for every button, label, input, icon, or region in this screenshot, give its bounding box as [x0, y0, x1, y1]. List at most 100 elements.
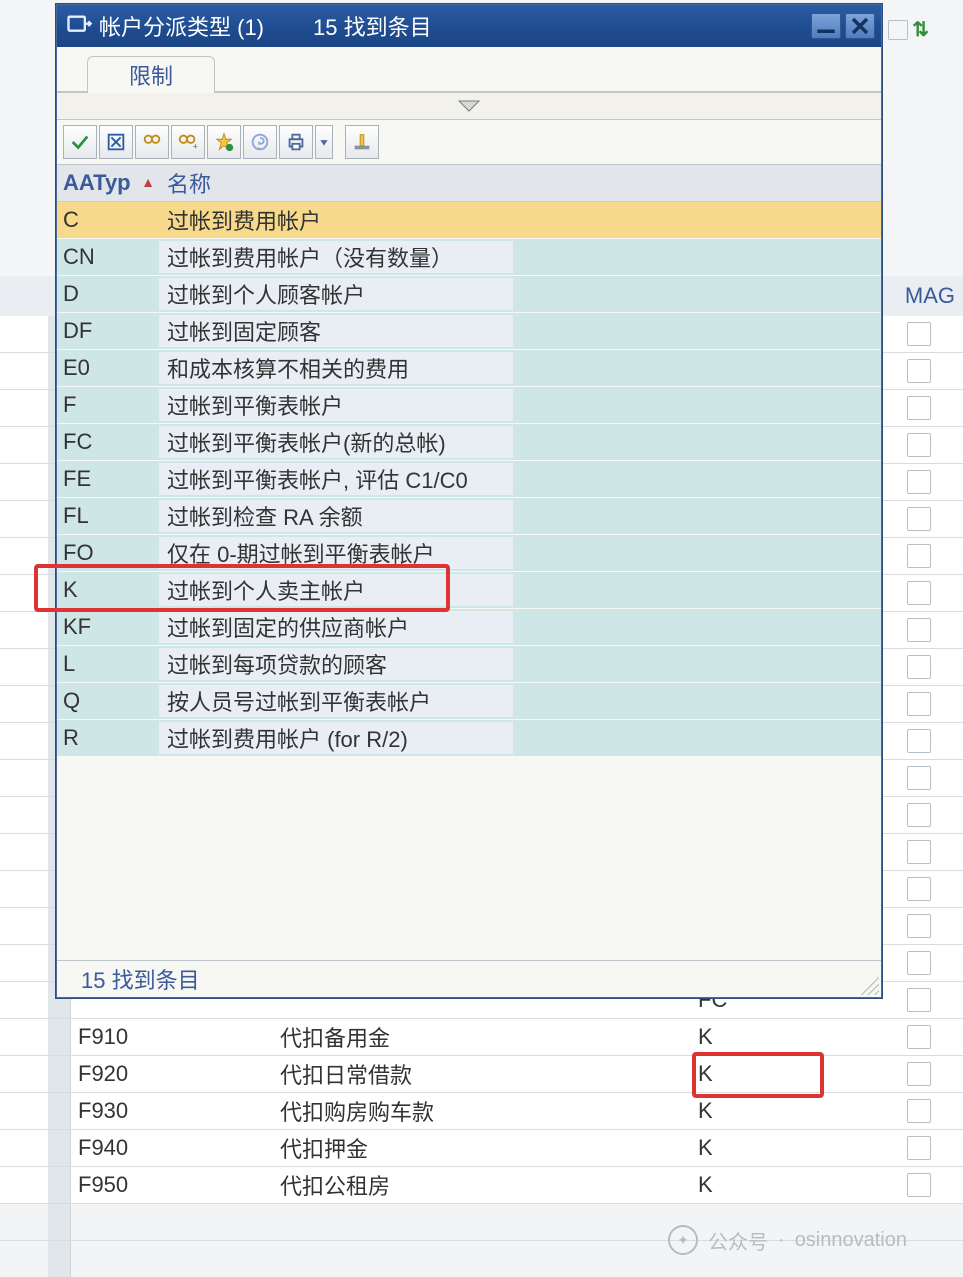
list-item[interactable]: DF过帐到固定顾客: [57, 313, 881, 350]
list-item-aatyp: Q: [57, 688, 159, 714]
close-button[interactable]: [845, 13, 875, 39]
cancel-button[interactable]: [99, 125, 133, 159]
list-item[interactable]: R过帐到费用帐户 (for R/2): [57, 720, 881, 757]
print-button[interactable]: [279, 125, 313, 159]
minimize-button[interactable]: [811, 13, 841, 39]
tab-restrictions[interactable]: 限制: [87, 56, 215, 93]
row-checkbox[interactable]: [907, 322, 931, 346]
row-checkbox[interactable]: [907, 803, 931, 827]
wagetype-aatyp[interactable]: K: [698, 1172, 798, 1198]
row-checkbox[interactable]: [907, 988, 931, 1012]
list-item-name: 按人员号过帐到平衡表帐户: [159, 685, 513, 717]
f4-help-dialog: 帐户分派类型 (1) 15 找到条目 ⇅ 限制 +: [56, 4, 882, 998]
row-checkbox[interactable]: [907, 618, 931, 642]
row-checkbox[interactable]: [907, 1136, 931, 1160]
row-checkbox[interactable]: [907, 581, 931, 605]
dialog-count: 15 找到条目: [313, 10, 432, 42]
row-checkbox[interactable]: [907, 692, 931, 716]
list-item-name: 过帐到固定顾客: [159, 315, 513, 347]
row-checkbox[interactable]: [907, 766, 931, 790]
list-item[interactable]: FC过帐到平衡表帐户(新的总帐): [57, 424, 881, 461]
column-header-name[interactable]: 名称: [159, 167, 211, 199]
list-item[interactable]: E0和成本核算不相关的费用: [57, 350, 881, 387]
wagetype-desc: 代扣公租房: [280, 1169, 680, 1201]
list-item[interactable]: L过帐到每项贷款的顾客: [57, 646, 881, 683]
highlight-box-k-row: [34, 564, 450, 612]
list-item[interactable]: Q按人员号过帐到平衡表帐户: [57, 683, 881, 720]
list-item[interactable]: FL过帐到检查 RA 余额: [57, 498, 881, 535]
row-checkbox[interactable]: [907, 914, 931, 938]
list-item-aatyp: DF: [57, 318, 159, 344]
row-checkbox[interactable]: [907, 1062, 931, 1086]
print-dropdown-button[interactable]: [315, 125, 333, 159]
personal-value-list-button[interactable]: [207, 125, 241, 159]
row-checkbox[interactable]: [907, 396, 931, 420]
list-item-name: 过帐到平衡表帐户(新的总帐): [159, 426, 513, 458]
list-header: AATyp ▲ 名称: [57, 165, 881, 202]
wagetype-aatyp[interactable]: K: [698, 1098, 798, 1124]
table-row[interactable]: F930 代扣购房购车款 K: [0, 1093, 963, 1130]
sort-ascending-icon: ▲: [141, 174, 155, 190]
resize-handle[interactable]: [857, 973, 879, 995]
list-item-aatyp: E0: [57, 355, 159, 381]
svg-text:+: +: [193, 141, 198, 151]
list-item-name: 过帐到每项贷款的顾客: [159, 648, 513, 680]
search-help-icon: [65, 12, 93, 40]
row-checkbox[interactable]: [907, 1025, 931, 1049]
list-item-name: 过帐到固定的供应商帐户: [159, 611, 513, 643]
list-item[interactable]: C过帐到费用帐户: [57, 202, 881, 239]
list-item-name: 过帐到个人顾客帐户: [159, 278, 513, 310]
list-item-aatyp: L: [57, 651, 159, 677]
row-checkbox[interactable]: [907, 840, 931, 864]
row-checkbox[interactable]: [907, 951, 931, 975]
find-button[interactable]: [135, 125, 169, 159]
dialog-titlebar[interactable]: 帐户分派类型 (1) 15 找到条目 ⇅: [57, 5, 881, 47]
list-item-aatyp: F: [57, 392, 159, 418]
row-checkbox[interactable]: [907, 433, 931, 457]
list-item-name: 过帐到平衡表帐户: [159, 389, 513, 421]
table-row[interactable]: F940 代扣押金 K: [0, 1130, 963, 1167]
collapse-restrictions[interactable]: [57, 93, 881, 120]
wagetype-aatyp[interactable]: K: [698, 1024, 798, 1050]
list-item-name: 过帐到检查 RA 余额: [159, 500, 513, 532]
list-item-aatyp: FL: [57, 503, 159, 529]
row-checkbox[interactable]: [907, 507, 931, 531]
list-item[interactable]: CN过帐到费用帐户（没有数量）: [57, 239, 881, 276]
row-checkbox[interactable]: [907, 544, 931, 568]
list-item-aatyp: R: [57, 725, 159, 751]
highlight-box-k-value: [692, 1052, 824, 1098]
row-checkbox[interactable]: [907, 729, 931, 753]
row-checkbox[interactable]: [907, 1173, 931, 1197]
footer-count: 15 找到条目: [81, 963, 200, 995]
create-values-button[interactable]: [345, 125, 379, 159]
wagetype-desc: 代扣押金: [280, 1132, 680, 1164]
wechat-icon: ✦: [668, 1225, 698, 1255]
wagetype-desc: 代扣备用金: [280, 1021, 680, 1053]
list-item-name: 过帐到费用帐户（没有数量）: [159, 241, 513, 273]
wagetype-code: F930: [78, 1098, 268, 1124]
accept-button[interactable]: [63, 125, 97, 159]
wagetype-aatyp[interactable]: K: [698, 1135, 798, 1161]
row-checkbox[interactable]: [907, 1099, 931, 1123]
link-toggle-icon[interactable]: ⇅: [888, 17, 929, 42]
bg-header-mag: MAG: [905, 283, 955, 309]
row-checkbox[interactable]: [907, 359, 931, 383]
row-checkbox[interactable]: [907, 470, 931, 494]
row-checkbox[interactable]: [907, 655, 931, 679]
dialog-footer: 15 找到条目: [57, 960, 881, 997]
table-row[interactable]: F910 代扣备用金 K: [0, 1019, 963, 1056]
wagetype-code: F950: [78, 1172, 268, 1198]
table-row[interactable]: F950 代扣公租房 K: [0, 1167, 963, 1204]
column-header-aatyp[interactable]: AATyp ▲: [57, 170, 159, 196]
wagetype-code: F940: [78, 1135, 268, 1161]
list-item[interactable]: KF过帐到固定的供应商帐户: [57, 609, 881, 646]
wagetype-code: F920: [78, 1061, 268, 1087]
list-item[interactable]: FE过帐到平衡表帐户, 评估 C1/C0: [57, 461, 881, 498]
find-next-button[interactable]: +: [171, 125, 205, 159]
list-item[interactable]: D过帐到个人顾客帐户: [57, 276, 881, 313]
watermark-label: 公众号: [708, 1226, 768, 1255]
row-checkbox[interactable]: [907, 877, 931, 901]
list-item-aatyp: CN: [57, 244, 159, 270]
technical-info-button[interactable]: [243, 125, 277, 159]
list-item[interactable]: F过帐到平衡表帐户: [57, 387, 881, 424]
